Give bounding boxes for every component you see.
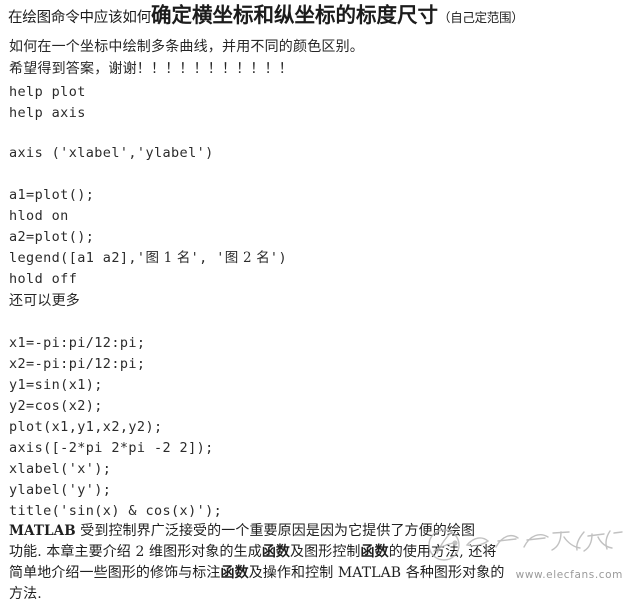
code-line-legend: legend([a1 a2],'图 1 名', '图 2 名') xyxy=(9,248,287,269)
paragraph-line-2-b: 及图形控制 xyxy=(290,544,361,560)
code-line-help-axis: help axis xyxy=(9,105,86,121)
paragraph-line-3-bold-1: 函数 xyxy=(220,565,249,581)
code-line-axis-labels: axis ('xlabel','ylabel') xyxy=(9,145,214,161)
paragraph-line-2-bold-1: 函数 xyxy=(261,544,291,560)
paragraph-line-4: 方法. xyxy=(9,586,42,602)
watermark-url: www.elecfans.com xyxy=(515,569,623,581)
code-line-axis-range: axis([-2*pi 2*pi -2 2]); xyxy=(9,440,214,456)
paragraph-line-2-c: 的使用方法, 还将 xyxy=(388,544,497,560)
matlab-word: MATLAB xyxy=(9,523,76,539)
code-line-xlabel: xlabel('x'); xyxy=(9,461,112,477)
paragraph-line-1: MATLAB 受到控制界广泛接受的一个重要原因是因为它提供了方便的绘图 xyxy=(9,521,475,542)
code-line-hlod-on: hlod on xyxy=(9,208,69,224)
code-line-x2: x2=-pi:pi/12:pi; xyxy=(9,356,146,372)
code-line-plot: plot(x1,y1,x2,y2); xyxy=(9,419,163,435)
legend-prefix: legend([a1 a2],' xyxy=(9,250,146,266)
legend-name-1: 图 1 名 xyxy=(145,250,191,266)
paragraph-line-2-bold-2: 函数 xyxy=(360,544,389,560)
intro-line-2: 希望得到答案，谢谢！！！！！！！！！！！ xyxy=(9,61,293,77)
document-page: 在绘图命令中应该如何确定横坐标和纵坐标的标度尺寸（自己定范围） 如何在一个坐标中… xyxy=(0,0,633,602)
paragraph-line-1-text: 受到控制界广泛接受的一个重要原因是因为它提供了方便的绘图 xyxy=(75,523,476,539)
legend-middle: ', ' xyxy=(190,250,225,266)
paragraph-line-3-b: 及操作和控制 MATLAB 各种图形对象的 xyxy=(248,565,505,581)
legend-suffix: ') xyxy=(269,250,287,266)
paragraph-line-3-a: 简单地介绍一些图形的修饰与标注 xyxy=(9,565,221,581)
code-line-a2-plot: a2=plot(); xyxy=(9,229,95,245)
code-line-x1: x1=-pi:pi/12:pi; xyxy=(9,335,146,351)
paragraph-line-3: 简单地介绍一些图形的修饰与标注函数及操作和控制 MATLAB 各种图形对象的 xyxy=(9,563,504,584)
legend-name-2: 图 2 名 xyxy=(224,250,270,266)
code-line-y1: y1=sin(x1); xyxy=(9,377,103,393)
page-title: 在绘图命令中应该如何确定横坐标和纵坐标的标度尺寸（自己定范围） xyxy=(8,2,524,31)
paragraph-line-2-a: 功能. 本章主要介绍 2 维图形对象的生成 xyxy=(9,544,262,560)
code-line-a1-plot: a1=plot(); xyxy=(9,187,95,203)
page-title-lead: 在绘图命令中应该如何 xyxy=(8,10,151,26)
code-line-y2: y2=cos(x2); xyxy=(9,398,103,414)
note-line: 还可以更多 xyxy=(9,293,80,309)
code-line-help-plot: help plot xyxy=(9,84,86,100)
code-line-ylabel: ylabel('y'); xyxy=(9,482,112,498)
page-title-paren: （自己定范围） xyxy=(438,10,524,25)
paragraph-line-2: 功能. 本章主要介绍 2 维图形对象的生成函数及图形控制函数的使用方法, 还将 xyxy=(9,542,497,563)
code-line-title: title('sin(x) & cos(x)'); xyxy=(9,503,223,519)
page-title-strong: 确定横坐标和纵坐标的标度尺寸 xyxy=(151,3,438,27)
code-line-hold-off: hold off xyxy=(9,271,78,287)
intro-line-1: 如何在一个坐标中绘制多条曲线，并用不同的颜色区别。 xyxy=(9,39,364,55)
